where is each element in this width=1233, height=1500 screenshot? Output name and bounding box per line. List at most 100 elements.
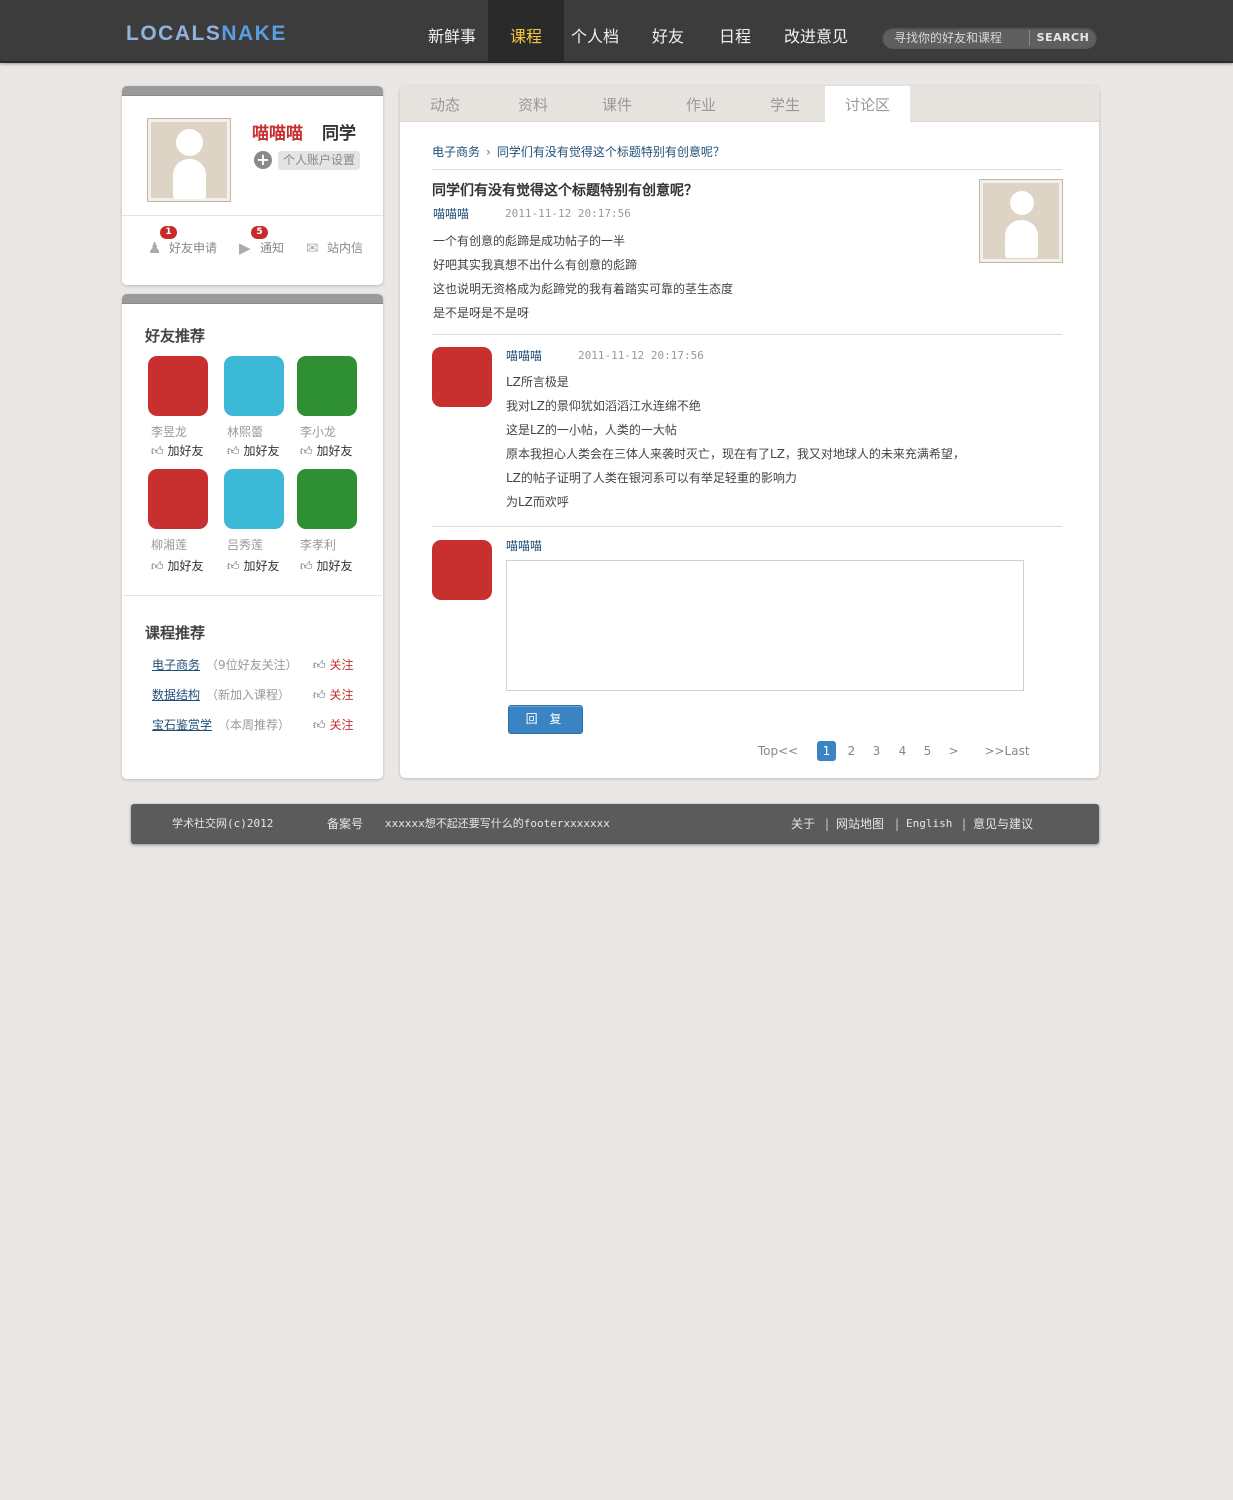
reply-line: 我对LZ的景仰犹如滔滔江水连绵不绝 <box>506 399 701 413</box>
reply-submit-button[interactable]: 回 复 <box>508 705 583 734</box>
follow-label: 关注 <box>329 658 354 672</box>
footer-copyright: 学术社交网(c)2012 <box>172 817 274 830</box>
add-friend-label: 加好友 <box>167 559 204 573</box>
reply-author-avatar[interactable] <box>432 347 492 407</box>
footer: 学术社交网(c)2012 备案号 xxxxxx想不起还要写什么的footerxx… <box>131 804 1099 844</box>
friend-name[interactable]: 吕秀莲 <box>227 536 263 553</box>
thumbs-up-icon: 👍︎ <box>313 688 326 702</box>
post-line: 一个有创意的彪蹄是成功帖子的一半 <box>433 234 626 248</box>
friend-name[interactable]: 李小龙 <box>300 423 336 440</box>
course-link[interactable]: 宝石鉴赏学 <box>152 716 212 733</box>
reply-line: LZ的帖子证明了人类在银河系可以有举足轻重的影响力 <box>506 471 797 485</box>
friend-suggestion: 李小龙 👍︎ 加好友 <box>297 356 367 466</box>
profile-avatar[interactable] <box>147 118 231 202</box>
search-button[interactable]: SEARCH <box>1032 27 1094 49</box>
thumbs-up-icon: 👍︎ <box>151 444 164 458</box>
thumbs-up-icon: 👍︎ <box>313 658 326 672</box>
friend-name[interactable]: 李昱龙 <box>151 423 187 440</box>
footer-link-english[interactable]: English <box>906 804 952 844</box>
footer-link-sitemap[interactable]: 网站地图 <box>836 804 884 844</box>
friend-name[interactable]: 林熙蕾 <box>227 423 263 440</box>
pagination-page-current[interactable]: 1 <box>817 741 836 761</box>
friend-avatar[interactable] <box>297 469 357 529</box>
nav-schedule[interactable]: 日程 <box>708 0 762 63</box>
add-user-icon: ♟ <box>148 239 162 257</box>
reply-textarea[interactable] <box>506 560 1024 691</box>
thumbs-up-icon: 👍︎ <box>300 444 313 458</box>
pagination-page[interactable]: 4 <box>893 741 912 761</box>
avatar-body-shape <box>173 159 206 199</box>
course-link[interactable]: 数据结构 <box>152 686 200 703</box>
thumbs-up-icon: 👍︎ <box>151 559 164 573</box>
post-timestamp: 2011-11-12 20:17:56 <box>505 207 631 220</box>
breadcrumb-course[interactable]: 电子商务 <box>432 145 480 159</box>
search-divider <box>1029 30 1030 46</box>
tab-materials[interactable]: 资料 <box>498 86 568 122</box>
friend-avatar[interactable] <box>297 356 357 416</box>
follow-label: 关注 <box>329 718 354 732</box>
compose-author[interactable]: 喵喵喵 <box>506 537 542 554</box>
footer-separator: | <box>825 817 830 831</box>
tab-activity[interactable]: 动态 <box>410 86 480 122</box>
follow-course-button[interactable]: 👍︎ 关注 <box>313 716 354 733</box>
avatar-head-shape <box>176 129 203 156</box>
add-friend-label: 加好友 <box>316 559 353 573</box>
pagination-page[interactable]: 5 <box>918 741 937 761</box>
top-navigation-bar: LOCALSNAKE 新鲜事 课程 个人档 好友 日程 改进意见 SEARCH <box>0 0 1233 63</box>
nav-courses[interactable]: 课程 <box>488 0 564 63</box>
pagination-next[interactable]: > <box>944 741 963 761</box>
friend-suggestion: 李昱龙 👍︎ 加好友 <box>148 356 218 466</box>
footer-link-feedback[interactable]: 意见与建议 <box>973 804 1033 844</box>
add-friend-button[interactable]: 👍︎ 加好友 <box>300 442 353 459</box>
pagination-first[interactable]: Top<< <box>752 741 804 761</box>
friend-name[interactable]: 柳湘莲 <box>151 536 187 553</box>
add-friend-button[interactable]: 👍︎ 加好友 <box>300 557 353 574</box>
friend-avatar[interactable] <box>148 356 208 416</box>
add-friend-label: 加好友 <box>243 444 280 458</box>
post-divider <box>432 334 1062 335</box>
friend-avatar[interactable] <box>224 356 284 416</box>
reply-line: 原本我担心人类会在三体人来袭时灭亡，现在有了LZ，我又对地球人的未来充满希望， <box>506 447 965 461</box>
add-friend-button[interactable]: 👍︎ 加好友 <box>151 557 204 574</box>
site-logo[interactable]: LOCALSNAKE <box>126 22 287 46</box>
nav-friends[interactable]: 好友 <box>640 0 696 63</box>
add-friend-button[interactable]: 👍︎ 加好友 <box>227 557 280 574</box>
post-title: 同学们有没有觉得这个标题特别有创意呢？ <box>432 183 698 199</box>
chevron-right-icon: › <box>486 145 491 159</box>
add-friend-button[interactable]: 👍︎ 加好友 <box>227 442 280 459</box>
tab-students[interactable]: 学生 <box>750 86 820 122</box>
thumbs-up-icon: 👍︎ <box>227 559 240 573</box>
card-header-strip <box>122 86 383 96</box>
friend-avatar[interactable] <box>224 469 284 529</box>
add-friend-button[interactable]: 👍︎ 加好友 <box>151 442 204 459</box>
nav-profile[interactable]: 个人档 <box>564 0 626 63</box>
follow-label: 关注 <box>329 688 354 702</box>
compose-author-avatar[interactable] <box>432 540 492 600</box>
friend-avatar[interactable] <box>148 469 208 529</box>
pagination-page[interactable]: 3 <box>867 741 886 761</box>
friend-name[interactable]: 李孝利 <box>300 536 336 553</box>
follow-course-button[interactable]: 👍︎ 关注 <box>313 686 354 703</box>
course-link[interactable]: 电子商务 <box>152 656 200 673</box>
messages-label: 站内信 <box>327 241 364 255</box>
tab-courseware[interactable]: 课件 <box>582 86 652 122</box>
tab-homework[interactable]: 作业 <box>666 86 736 122</box>
follow-course-button[interactable]: 👍︎ 关注 <box>313 656 354 673</box>
reply-line: 这是LZ的一小帖，人类的一大帖 <box>506 423 677 437</box>
pagination-page[interactable]: 2 <box>842 741 861 761</box>
breadcrumb-topic[interactable]: 同学们有没有觉得这个标题特别有创意呢？ <box>497 145 725 159</box>
account-settings-label: 个人账户设置 <box>278 151 361 170</box>
post-author[interactable]: 喵喵喵 <box>433 205 469 222</box>
post-author-avatar[interactable] <box>979 179 1063 263</box>
nav-news[interactable]: 新鲜事 <box>418 0 486 63</box>
user-name[interactable]: 喵喵喵 <box>252 119 303 144</box>
friend-suggestion: 林熙蕾 👍︎ 加好友 <box>224 356 294 466</box>
search-input[interactable] <box>894 30 1028 46</box>
pagination-last[interactable]: >>Last <box>982 741 1032 761</box>
course-recommendations-title: 课程推荐 <box>145 624 206 642</box>
tab-discussion[interactable]: 讨论区 <box>825 86 910 123</box>
reply-author[interactable]: 喵喵喵 <box>506 347 542 364</box>
footer-link-about[interactable]: 关于 <box>791 804 815 844</box>
course-note: （本周推荐） <box>218 718 291 732</box>
nav-feedback[interactable]: 改进意见 <box>778 0 854 63</box>
